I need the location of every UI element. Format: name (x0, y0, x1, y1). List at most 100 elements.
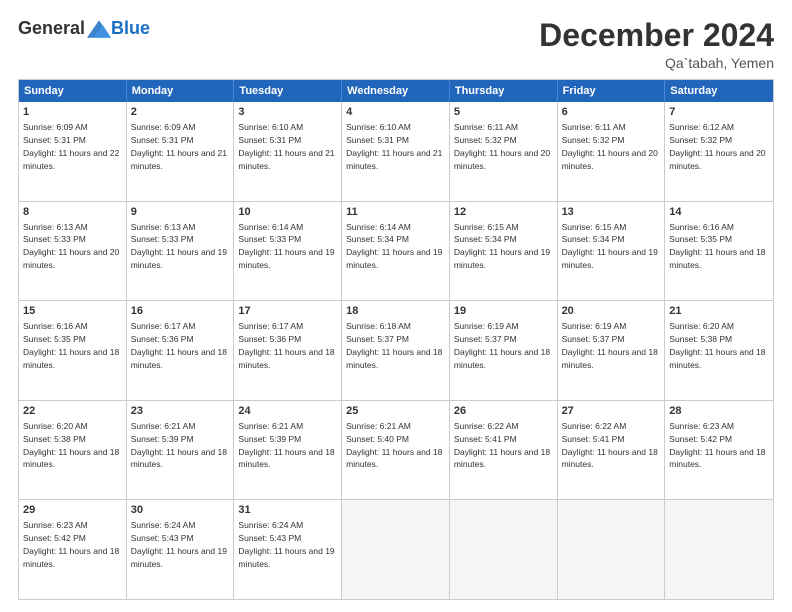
day-number: 16 (131, 304, 230, 319)
day-info: Sunrise: 6:17 AMSunset: 5:36 PMDaylight:… (131, 321, 227, 370)
day-info: Sunrise: 6:10 AMSunset: 5:31 PMDaylight:… (238, 122, 334, 171)
day-info: Sunrise: 6:22 AMSunset: 5:41 PMDaylight:… (562, 421, 658, 470)
calendar-cell: 13 Sunrise: 6:15 AMSunset: 5:34 PMDayligh… (558, 202, 666, 301)
calendar-cell: 18 Sunrise: 6:18 AMSunset: 5:37 PMDayligh… (342, 301, 450, 400)
cal-header-day: Friday (558, 80, 666, 102)
calendar-cell: 20 Sunrise: 6:19 AMSunset: 5:37 PMDayligh… (558, 301, 666, 400)
day-info: Sunrise: 6:16 AMSunset: 5:35 PMDaylight:… (669, 222, 765, 271)
calendar-cell (342, 500, 450, 599)
calendar-cell: 11Sunrise: 6:14 AMSunset: 5:34 PMDayligh… (342, 202, 450, 301)
day-number: 17 (238, 304, 337, 319)
calendar-cell: 7 Sunrise: 6:12 AMSunset: 5:32 PMDaylight… (665, 102, 773, 201)
calendar-cell: 25 Sunrise: 6:21 AMSunset: 5:40 PMDayligh… (342, 401, 450, 500)
day-info: Sunrise: 6:13 AMSunset: 5:33 PMDaylight:… (131, 222, 227, 271)
calendar-week: 22 Sunrise: 6:20 AMSunset: 5:38 PMDayligh… (19, 400, 773, 500)
logo: General Blue (18, 18, 150, 39)
calendar-cell: 30 Sunrise: 6:24 AMSunset: 5:43 PMDayligh… (127, 500, 235, 599)
day-info: Sunrise: 6:23 AMSunset: 5:42 PMDaylight:… (23, 520, 119, 569)
cal-header-day: Wednesday (342, 80, 450, 102)
day-info: Sunrise: 6:22 AMSunset: 5:41 PMDaylight:… (454, 421, 550, 470)
day-number: 22 (23, 404, 122, 419)
logo-general: General (18, 18, 85, 39)
calendar-cell: 21 Sunrise: 6:20 AMSunset: 5:38 PMDayligh… (665, 301, 773, 400)
calendar-cell: 17Sunrise: 6:17 AMSunset: 5:36 PMDayligh… (234, 301, 342, 400)
day-info: Sunrise: 6:15 AMSunset: 5:34 PMDaylight:… (562, 222, 658, 271)
day-number: 31 (238, 503, 337, 518)
day-info: Sunrise: 6:21 AMSunset: 5:40 PMDaylight:… (346, 421, 442, 470)
calendar-cell: 1Sunrise: 6:09 AMSunset: 5:31 PMDaylight… (19, 102, 127, 201)
day-info: Sunrise: 6:14 AMSunset: 5:34 PMDaylight:… (346, 222, 442, 271)
cal-header-day: Saturday (665, 80, 773, 102)
day-info: Sunrise: 6:21 AMSunset: 5:39 PMDaylight:… (238, 421, 334, 470)
calendar-cell: 29Sunrise: 6:23 AMSunset: 5:42 PMDayligh… (19, 500, 127, 599)
day-info: Sunrise: 6:11 AMSunset: 5:32 PMDaylight:… (562, 122, 658, 171)
day-info: Sunrise: 6:16 AMSunset: 5:35 PMDaylight:… (23, 321, 119, 370)
day-number: 5 (454, 105, 553, 120)
day-number: 24 (238, 404, 337, 419)
month-title: December 2024 (539, 18, 774, 53)
day-info: Sunrise: 6:19 AMSunset: 5:37 PMDaylight:… (454, 321, 550, 370)
day-info: Sunrise: 6:20 AMSunset: 5:38 PMDaylight:… (669, 321, 765, 370)
calendar: SundayMondayTuesdayWednesdayThursdayFrid… (18, 79, 774, 600)
day-info: Sunrise: 6:14 AMSunset: 5:33 PMDaylight:… (238, 222, 334, 271)
day-number: 9 (131, 205, 230, 220)
day-number: 19 (454, 304, 553, 319)
calendar-cell: 2 Sunrise: 6:09 AMSunset: 5:31 PMDaylight… (127, 102, 235, 201)
day-number: 25 (346, 404, 445, 419)
day-number: 6 (562, 105, 661, 120)
title-block: December 2024 Qa`tabah, Yemen (539, 18, 774, 71)
day-number: 14 (669, 205, 769, 220)
day-number: 18 (346, 304, 445, 319)
day-info: Sunrise: 6:24 AMSunset: 5:43 PMDaylight:… (238, 520, 334, 569)
day-info: Sunrise: 6:19 AMSunset: 5:37 PMDaylight:… (562, 321, 658, 370)
day-info: Sunrise: 6:10 AMSunset: 5:31 PMDaylight:… (346, 122, 442, 171)
calendar-cell: 9 Sunrise: 6:13 AMSunset: 5:33 PMDaylight… (127, 202, 235, 301)
day-number: 4 (346, 105, 445, 120)
day-info: Sunrise: 6:20 AMSunset: 5:38 PMDaylight:… (23, 421, 119, 470)
day-info: Sunrise: 6:11 AMSunset: 5:32 PMDaylight:… (454, 122, 550, 171)
day-number: 13 (562, 205, 661, 220)
calendar-week: 29Sunrise: 6:23 AMSunset: 5:42 PMDayligh… (19, 499, 773, 599)
calendar-week: 15 Sunrise: 6:16 AMSunset: 5:35 PMDayligh… (19, 300, 773, 400)
day-number: 30 (131, 503, 230, 518)
day-number: 21 (669, 304, 769, 319)
cal-header-day: Monday (127, 80, 235, 102)
calendar-cell (558, 500, 666, 599)
calendar-cell: 28Sunrise: 6:23 AMSunset: 5:42 PMDayligh… (665, 401, 773, 500)
calendar-cell: 27Sunrise: 6:22 AMSunset: 5:41 PMDayligh… (558, 401, 666, 500)
day-info: Sunrise: 6:12 AMSunset: 5:32 PMDaylight:… (669, 122, 765, 171)
day-number: 2 (131, 105, 230, 120)
cal-header-day: Tuesday (234, 80, 342, 102)
logo-blue: Blue (111, 18, 150, 39)
header: General Blue December 2024 Qa`tabah, Yem… (18, 18, 774, 71)
calendar-cell: 14 Sunrise: 6:16 AMSunset: 5:35 PMDayligh… (665, 202, 773, 301)
calendar-cell: 6 Sunrise: 6:11 AMSunset: 5:32 PMDaylight… (558, 102, 666, 201)
day-number: 12 (454, 205, 553, 220)
page: General Blue December 2024 Qa`tabah, Yem… (0, 0, 792, 612)
cal-header-day: Thursday (450, 80, 558, 102)
logo-text: General Blue (18, 18, 150, 39)
day-info: Sunrise: 6:24 AMSunset: 5:43 PMDaylight:… (131, 520, 227, 569)
calendar-cell: 31 Sunrise: 6:24 AMSunset: 5:43 PMDayligh… (234, 500, 342, 599)
day-number: 26 (454, 404, 553, 419)
day-number: 15 (23, 304, 122, 319)
calendar-week: 8 Sunrise: 6:13 AMSunset: 5:33 PMDaylight… (19, 201, 773, 301)
day-number: 23 (131, 404, 230, 419)
calendar-cell (450, 500, 558, 599)
day-number: 7 (669, 105, 769, 120)
calendar-cell: 3Sunrise: 6:10 AMSunset: 5:31 PMDaylight… (234, 102, 342, 201)
calendar-cell: 5 Sunrise: 6:11 AMSunset: 5:32 PMDaylight… (450, 102, 558, 201)
day-number: 20 (562, 304, 661, 319)
calendar-cell: 15 Sunrise: 6:16 AMSunset: 5:35 PMDayligh… (19, 301, 127, 400)
cal-header-day: Sunday (19, 80, 127, 102)
calendar-cell: 26 Sunrise: 6:22 AMSunset: 5:41 PMDayligh… (450, 401, 558, 500)
calendar-body: 1Sunrise: 6:09 AMSunset: 5:31 PMDaylight… (19, 102, 773, 599)
day-info: Sunrise: 6:09 AMSunset: 5:31 PMDaylight:… (131, 122, 227, 171)
calendar-cell: 16 Sunrise: 6:17 AMSunset: 5:36 PMDayligh… (127, 301, 235, 400)
day-number: 8 (23, 205, 122, 220)
day-info: Sunrise: 6:13 AMSunset: 5:33 PMDaylight:… (23, 222, 119, 271)
calendar-cell: 19 Sunrise: 6:19 AMSunset: 5:37 PMDayligh… (450, 301, 558, 400)
day-info: Sunrise: 6:18 AMSunset: 5:37 PMDaylight:… (346, 321, 442, 370)
location: Qa`tabah, Yemen (539, 55, 774, 71)
calendar-week: 1Sunrise: 6:09 AMSunset: 5:31 PMDaylight… (19, 102, 773, 201)
